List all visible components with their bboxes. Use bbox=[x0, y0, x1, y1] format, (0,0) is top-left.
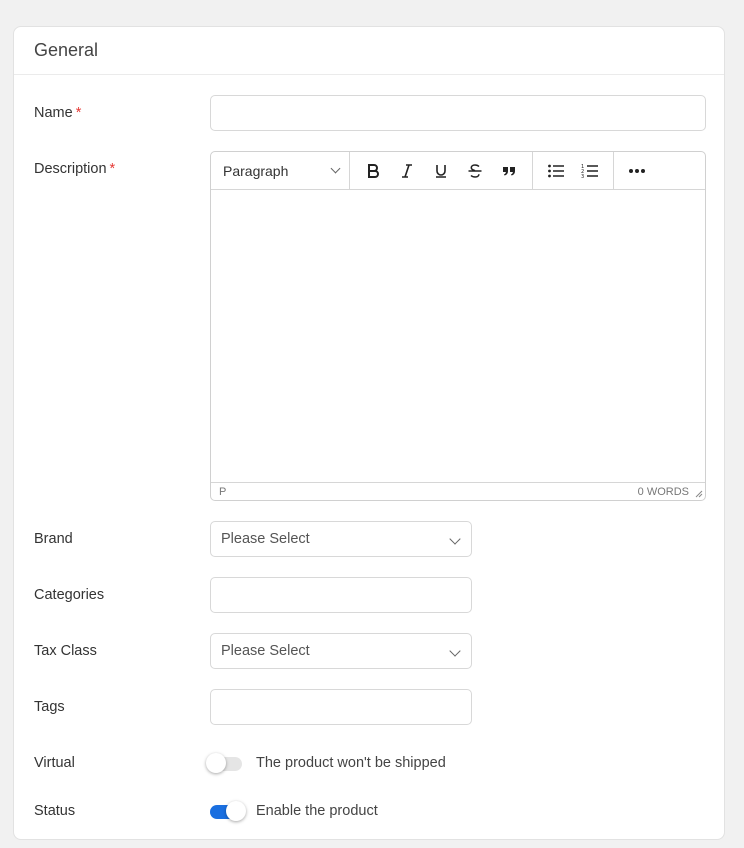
more-button[interactable] bbox=[620, 156, 654, 186]
format-select-value: Paragraph bbox=[223, 162, 289, 179]
toggle-knob bbox=[226, 801, 246, 821]
required-mark: * bbox=[75, 105, 82, 121]
resize-handle-icon[interactable] bbox=[695, 490, 703, 498]
more-group bbox=[614, 152, 660, 189]
numbered-list-button[interactable]: 123 bbox=[573, 156, 607, 186]
list-group: 123 bbox=[533, 152, 614, 189]
name-label-text: Name bbox=[34, 105, 73, 121]
status-toggle[interactable] bbox=[210, 801, 246, 821]
description-label-text: Description bbox=[34, 161, 107, 177]
text-format-group bbox=[350, 152, 533, 189]
italic-icon bbox=[402, 163, 412, 178]
blockquote-button[interactable] bbox=[492, 156, 526, 186]
bold-icon bbox=[368, 163, 379, 178]
svg-text:3: 3 bbox=[581, 174, 584, 179]
bold-button[interactable] bbox=[356, 156, 390, 186]
status-toggle-text: Enable the product bbox=[256, 803, 378, 819]
underline-button[interactable] bbox=[424, 156, 458, 186]
brand-select[interactable]: Please Select bbox=[210, 521, 472, 557]
virtual-toggle-text: The product won't be shipped bbox=[256, 755, 446, 771]
underline-icon bbox=[436, 164, 446, 178]
strikethrough-icon bbox=[468, 163, 482, 178]
categories-label: Categories bbox=[34, 587, 105, 603]
quote-icon bbox=[503, 166, 515, 175]
word-count: 0 WORDS bbox=[637, 485, 689, 498]
virtual-toggle[interactable] bbox=[206, 753, 242, 773]
description-editor: Paragraph 1 2 3 P 0 WORDS bbox=[210, 151, 706, 501]
editor-content-area[interactable] bbox=[211, 190, 705, 482]
tax-class-select[interactable]: Please Select bbox=[210, 633, 472, 669]
brand-select-value: Please Select bbox=[221, 531, 310, 547]
name-label: Name * bbox=[34, 105, 81, 121]
general-card: General Name * Description * Paragraph 1… bbox=[13, 26, 725, 840]
chevron-down-icon bbox=[449, 533, 461, 545]
element-path[interactable]: P bbox=[219, 486, 226, 498]
description-label: Description * bbox=[34, 161, 115, 177]
virtual-label: Virtual bbox=[34, 755, 75, 771]
chevron-down-icon bbox=[330, 163, 341, 174]
tax-class-select-value: Please Select bbox=[221, 643, 310, 659]
strikethrough-button[interactable] bbox=[458, 156, 492, 186]
tags-label: Tags bbox=[34, 699, 65, 715]
section-title: General bbox=[14, 27, 724, 75]
numbered-list-icon: 123 bbox=[581, 164, 598, 179]
more-icon bbox=[629, 168, 645, 173]
required-mark: * bbox=[109, 161, 116, 177]
editor-statusbar: P 0 WORDS bbox=[211, 482, 705, 500]
status-label: Status bbox=[34, 803, 76, 819]
tax-class-label: Tax Class bbox=[34, 643, 97, 659]
categories-input[interactable] bbox=[210, 577, 472, 613]
brand-label: Brand bbox=[34, 531, 73, 547]
format-select[interactable]: Paragraph bbox=[211, 152, 350, 189]
tags-input[interactable] bbox=[210, 689, 472, 725]
chevron-down-icon bbox=[449, 645, 461, 657]
toggle-knob bbox=[206, 753, 226, 773]
bullet-list-button[interactable] bbox=[539, 156, 573, 186]
editor-toolbar: Paragraph 1 2 3 bbox=[211, 152, 705, 190]
italic-button[interactable] bbox=[390, 156, 424, 186]
name-input[interactable] bbox=[210, 95, 706, 131]
bullet-list-icon bbox=[548, 164, 564, 177]
